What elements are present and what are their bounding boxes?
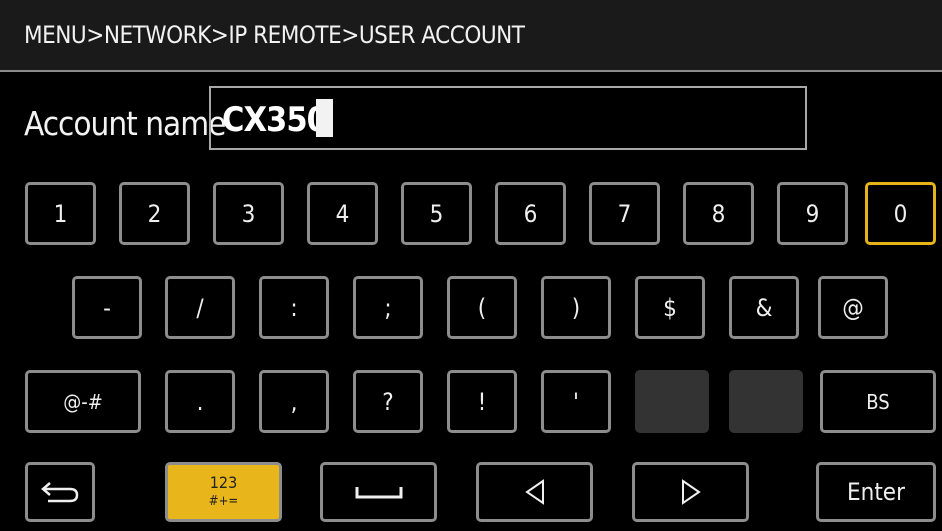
key-apostrophe[interactable]: ' xyxy=(541,370,611,433)
space-bar-icon xyxy=(354,483,404,501)
backspace-button[interactable]: BS xyxy=(820,370,936,433)
key-6[interactable]: 6 xyxy=(495,182,566,245)
mode-label-top: 123 xyxy=(209,473,238,492)
key-1[interactable]: 1 xyxy=(25,182,96,245)
key-colon[interactable]: : xyxy=(259,276,329,339)
key-8[interactable]: 8 xyxy=(683,182,754,245)
mode-toggle-button[interactable]: 123 #+= xyxy=(165,462,282,522)
key-0[interactable]: 0 xyxy=(865,182,936,245)
triangle-right-icon xyxy=(680,479,702,505)
key-2[interactable]: 2 xyxy=(119,182,190,245)
cursor-left-button[interactable] xyxy=(476,462,593,522)
key-9[interactable]: 9 xyxy=(777,182,848,245)
key-open-paren[interactable]: ( xyxy=(447,276,517,339)
key-comma[interactable]: , xyxy=(259,370,329,433)
triangle-left-icon xyxy=(524,479,546,505)
breadcrumb: MENU>NETWORK>IP REMOTE>USER ACCOUNT xyxy=(24,21,525,49)
key-3[interactable]: 3 xyxy=(213,182,284,245)
return-arrow-icon xyxy=(40,479,80,505)
account-name-input[interactable]: CX350 xyxy=(209,86,807,150)
key-close-paren[interactable]: ) xyxy=(541,276,611,339)
back-button[interactable] xyxy=(25,462,95,522)
key-hyphen[interactable]: - xyxy=(72,276,142,339)
enter-button[interactable]: Enter xyxy=(816,462,936,522)
key-exclamation[interactable]: ! xyxy=(447,370,517,433)
key-blank-2 xyxy=(729,370,803,433)
key-at[interactable]: @ xyxy=(818,276,888,339)
space-button[interactable] xyxy=(320,462,437,522)
title-bar: MENU>NETWORK>IP REMOTE>USER ACCOUNT xyxy=(0,0,942,72)
key-blank-1 xyxy=(635,370,709,433)
key-semicolon[interactable]: ; xyxy=(353,276,423,339)
account-name-label: Account name xyxy=(24,104,226,143)
key-period[interactable]: . xyxy=(165,370,235,433)
key-dollar[interactable]: $ xyxy=(635,276,705,339)
key-7[interactable]: 7 xyxy=(589,182,660,245)
key-ampersand[interactable]: & xyxy=(729,276,799,339)
account-name-value: CX350 xyxy=(222,100,328,140)
key-question[interactable]: ? xyxy=(353,370,423,433)
key-symbol-mode[interactable]: @-# xyxy=(25,370,141,433)
cursor-right-button[interactable] xyxy=(632,462,749,522)
key-4[interactable]: 4 xyxy=(307,182,378,245)
key-5[interactable]: 5 xyxy=(401,182,472,245)
mode-label-bottom: #+= xyxy=(208,494,239,509)
text-cursor xyxy=(316,99,333,137)
key-slash[interactable]: / xyxy=(165,276,235,339)
